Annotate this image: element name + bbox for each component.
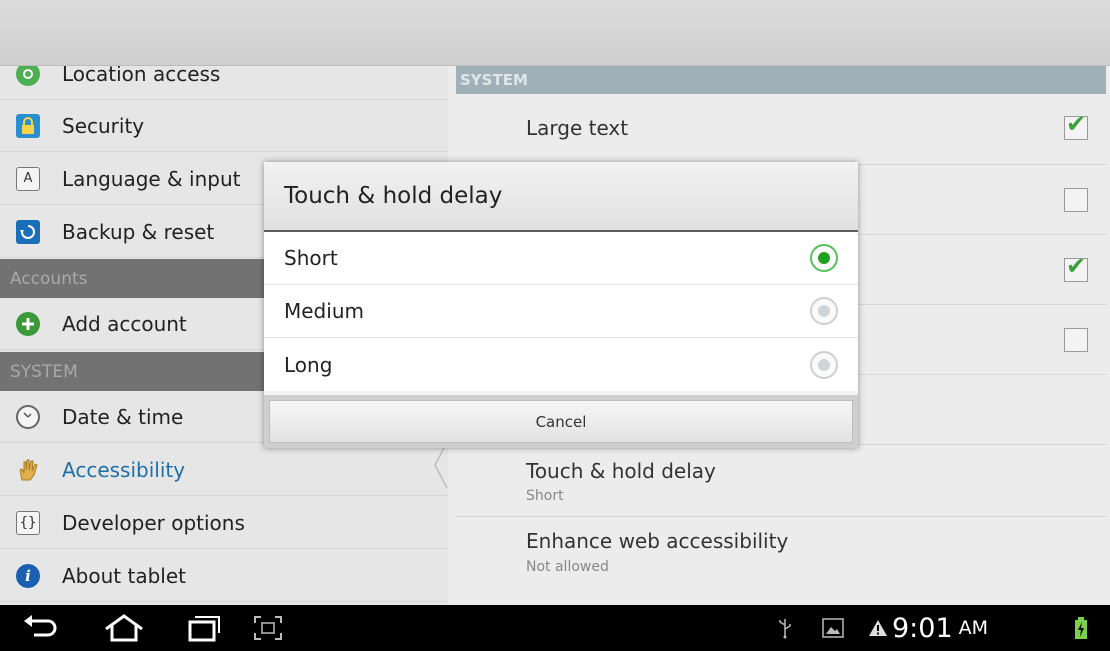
pref-title: Large text <box>526 116 629 140</box>
system-bar: 9:01 AM <box>0 605 1110 651</box>
clock-time: 9:01 <box>892 612 953 644</box>
location-icon <box>16 66 40 86</box>
settings-item-label: Date & time <box>62 404 184 429</box>
radio-short[interactable] <box>810 244 838 272</box>
option-short[interactable]: Short <box>264 232 858 285</box>
settings-item-label: Accessibility <box>62 457 186 482</box>
home-button[interactable] <box>94 605 154 651</box>
pref-checkbox[interactable] <box>1064 188 1088 212</box>
clock-icon <box>16 404 40 429</box>
option-medium[interactable]: Medium <box>264 285 858 338</box>
home-icon <box>105 614 143 642</box>
option-long[interactable]: Long <box>264 338 858 391</box>
hand-icon <box>16 458 40 482</box>
touch-hold-delay-dialog: Touch & hold delay Short Medium Long Can… <box>264 162 858 448</box>
screenshot-icon <box>254 616 282 640</box>
dialog-button-bar: Cancel <box>264 395 858 448</box>
warning-icon <box>868 605 888 651</box>
pref-title: Touch & hold delay <box>526 459 716 483</box>
screenshot-button[interactable] <box>238 605 298 651</box>
radio-long[interactable] <box>810 350 838 379</box>
back-icon <box>24 615 57 637</box>
large-text-checkbox[interactable] <box>1064 110 1088 140</box>
pref-large-text[interactable]: Large text <box>456 94 1106 165</box>
dialog-title: Touch & hold delay <box>264 162 858 232</box>
settings-item-label: Language & input <box>62 166 241 191</box>
info-icon: i <box>16 563 40 588</box>
settings-item-accessibility[interactable]: Accessibility <box>0 444 448 496</box>
clock-ampm: AM <box>958 617 989 639</box>
action-bar <box>0 0 1110 66</box>
settings-item-about-tablet[interactable]: i About tablet <box>0 550 448 602</box>
pref-title: Enhance web accessibility <box>526 529 789 553</box>
pref-summary: Short <box>526 488 564 504</box>
gallery-icon <box>822 605 844 651</box>
pref-summary: Not allowed <box>526 559 609 575</box>
recent-apps-button[interactable] <box>174 605 234 651</box>
settings-item-label: Security <box>62 113 145 138</box>
radio-medium[interactable] <box>810 297 838 325</box>
settings-item-security[interactable]: Security <box>0 100 448 152</box>
settings-item-label: About tablet <box>62 563 186 588</box>
pref-checkbox[interactable] <box>1064 252 1088 282</box>
back-button[interactable] <box>10 605 70 651</box>
braces-icon: {} <box>16 510 40 535</box>
backup-icon <box>16 219 40 244</box>
option-label: Short <box>284 246 338 270</box>
battery-charging-icon <box>1074 605 1088 651</box>
settings-item-label: Developer options <box>62 510 245 535</box>
settings-item-developer-options[interactable]: {} Developer options <box>0 497 448 549</box>
cancel-button[interactable]: Cancel <box>269 400 853 443</box>
pref-checkbox[interactable] <box>1064 328 1088 352</box>
settings-item-label: Add account <box>62 311 187 336</box>
usb-icon <box>776 605 794 651</box>
clock: 9:01 AM <box>892 605 988 651</box>
option-label: Medium <box>284 299 364 323</box>
keyboard-icon: A <box>16 166 40 191</box>
pref-touch-hold-delay[interactable]: Touch & hold delay Short <box>456 445 1106 517</box>
settings-item-label: Backup & reset <box>62 219 215 244</box>
system-pref-header: SYSTEM <box>456 66 1106 94</box>
recent-apps-icon <box>188 616 220 642</box>
pref-enhance-web-accessibility[interactable]: Enhance web accessibility Not allowed <box>456 517 1106 589</box>
lock-icon <box>16 113 40 138</box>
option-label: Long <box>284 352 333 377</box>
settings-item-label: Location access <box>62 66 221 86</box>
settings-item-location-access[interactable]: Location access <box>0 66 448 100</box>
plus-icon <box>16 311 40 336</box>
